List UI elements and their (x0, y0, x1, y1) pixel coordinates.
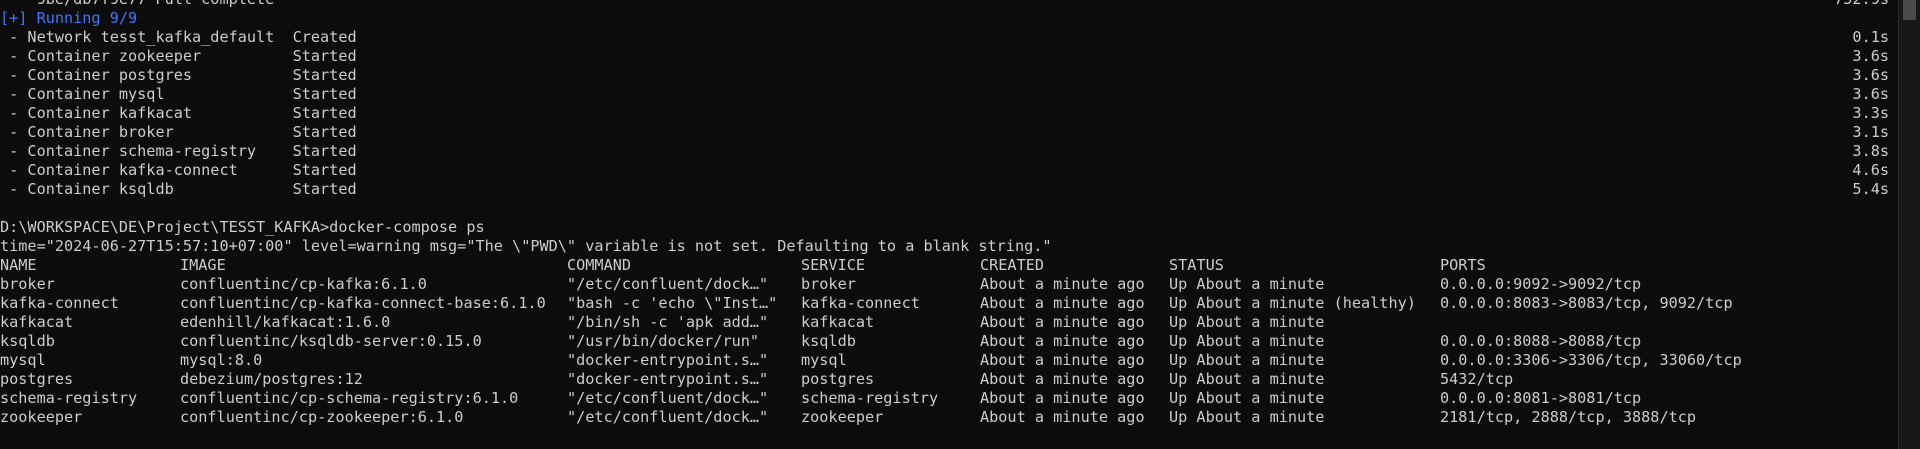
cell-created: About a minute ago (980, 408, 1145, 426)
pull-complete-time: 752.9s (1834, 0, 1889, 9)
cell-service: broker (801, 275, 856, 293)
cell-image: confluentinc/cp-kafka:6.1.0 (180, 275, 427, 293)
cell-image: mysql:8.0 (180, 351, 263, 369)
warning-line: time="2024-06-27T15:57:10+07:00" level=w… (0, 237, 1052, 255)
cell-name: mysql (0, 351, 46, 369)
cell-created: About a minute ago (980, 389, 1145, 407)
cell-ports: 0.0.0.0:8081->8081/tcp (1440, 389, 1642, 407)
column-header-service: SERVICE (801, 256, 866, 274)
cell-command: "bash -c 'echo \"Inst…" (567, 294, 778, 312)
cell-created: About a minute ago (980, 313, 1145, 331)
cell-name: ksqldb (0, 332, 55, 350)
cell-command: "/etc/confluent/dock…" (567, 408, 769, 426)
cell-ports: 0.0.0.0:3306->3306/tcp, 33060/tcp (1440, 351, 1742, 369)
compose-step-time: 0.1s (1852, 28, 1889, 46)
compose-step-line: - Container broker Started (0, 123, 357, 141)
cell-status: Up About a minute (healthy) (1169, 294, 1416, 312)
compose-step-line: - Container kafka-connect Started (0, 161, 357, 179)
compose-step-time: 3.3s (1852, 104, 1889, 122)
cell-image: debezium/postgres:12 (180, 370, 363, 388)
cell-created: About a minute ago (980, 332, 1145, 350)
pull-complete-line: 9be/db7f9e77 Pull complete (0, 0, 275, 9)
cell-ports: 0.0.0.0:9092->9092/tcp (1440, 275, 1642, 293)
cell-command: "/bin/sh -c 'apk add…" (567, 313, 769, 331)
cell-command: "/etc/confluent/dock…" (567, 389, 769, 407)
cell-name: broker (0, 275, 55, 293)
compose-step-line: - Container postgres Started (0, 66, 357, 84)
compose-step-line: - Container kafkacat Started (0, 104, 357, 122)
column-header-command: COMMAND (567, 256, 632, 274)
cell-service: postgres (801, 370, 875, 388)
cell-command: "docker-entrypoint.s…" (567, 370, 769, 388)
cell-image: edenhill/kafkacat:1.6.0 (180, 313, 391, 331)
cell-image: confluentinc/cp-kafka-connect-base:6.1.0 (180, 294, 546, 312)
cell-ports: 5432/tcp (1440, 370, 1514, 388)
cell-status: Up About a minute (1169, 351, 1325, 369)
cell-created: About a minute ago (980, 294, 1145, 312)
compose-step-time: 3.6s (1852, 47, 1889, 65)
cell-service: ksqldb (801, 332, 856, 350)
cell-status: Up About a minute (1169, 408, 1325, 426)
column-header-created: CREATED (980, 256, 1045, 274)
cell-image: confluentinc/cp-schema-registry:6.1.0 (180, 389, 519, 407)
cell-created: About a minute ago (980, 370, 1145, 388)
cell-image: confluentinc/cp-zookeeper:6.1.0 (180, 408, 464, 426)
compose-step-time: 3.8s (1852, 142, 1889, 160)
cell-command: "/usr/bin/docker/run" (567, 332, 760, 350)
compose-step-line: - Container schema-registry Started (0, 142, 357, 160)
cell-command: "/etc/confluent/dock…" (567, 275, 769, 293)
compose-step-time: 5.4s (1852, 180, 1889, 198)
cell-ports: 2181/tcp, 2888/tcp, 3888/tcp (1440, 408, 1697, 426)
compose-step-line: - Container zookeeper Started (0, 47, 357, 65)
cell-status: Up About a minute (1169, 370, 1325, 388)
column-header-name: NAME (0, 256, 37, 274)
cell-ports: 0.0.0.0:8083->8083/tcp, 9092/tcp (1440, 294, 1733, 312)
cell-status: Up About a minute (1169, 313, 1325, 331)
vertical-scrollbar[interactable] (1898, 0, 1920, 449)
compose-step-time: 3.1s (1852, 123, 1889, 141)
compose-step-line: - Container mysql Started (0, 85, 357, 103)
cell-status: Up About a minute (1169, 389, 1325, 407)
column-header-status: STATUS (1169, 256, 1224, 274)
cell-created: About a minute ago (980, 275, 1145, 293)
cell-name: kafka-connect (0, 294, 119, 312)
cell-status: Up About a minute (1169, 332, 1325, 350)
cell-service: schema-registry (801, 389, 939, 407)
compose-step-time: 3.6s (1852, 85, 1889, 103)
running-header: [+] Running 9/9 (0, 9, 138, 27)
cell-service: zookeeper (801, 408, 884, 426)
cell-status: Up About a minute (1169, 275, 1325, 293)
cell-ports: 0.0.0.0:8088->8088/tcp (1440, 332, 1642, 350)
cell-service: kafka-connect (801, 294, 920, 312)
terminal-output[interactable]: 9be/db7f9e77 Pull complete 752.9s [+] Ru… (0, 0, 1899, 449)
cell-name: postgres (0, 370, 74, 388)
cell-service: kafkacat (801, 313, 875, 331)
cell-created: About a minute ago (980, 351, 1145, 369)
column-header-image: IMAGE (180, 256, 226, 274)
compose-step-time: 4.6s (1852, 161, 1889, 179)
compose-step-line: - Network tesst_kafka_default Created (0, 28, 357, 46)
cell-name: zookeeper (0, 408, 83, 426)
cell-name: schema-registry (0, 389, 138, 407)
column-header-ports: PORTS (1440, 256, 1486, 274)
scrollbar-thumb[interactable] (1903, 0, 1916, 20)
compose-step-line: - Container ksqldb Started (0, 180, 357, 198)
command-prompt[interactable]: D:\WORKSPACE\DE\Project\TESST_KAFKA>dock… (0, 218, 485, 237)
compose-step-time: 3.6s (1852, 66, 1889, 84)
cell-command: "docker-entrypoint.s…" (567, 351, 769, 369)
cell-name: kafkacat (0, 313, 74, 331)
cell-service: mysql (801, 351, 847, 369)
cell-image: confluentinc/ksqldb-server:0.15.0 (180, 332, 482, 350)
